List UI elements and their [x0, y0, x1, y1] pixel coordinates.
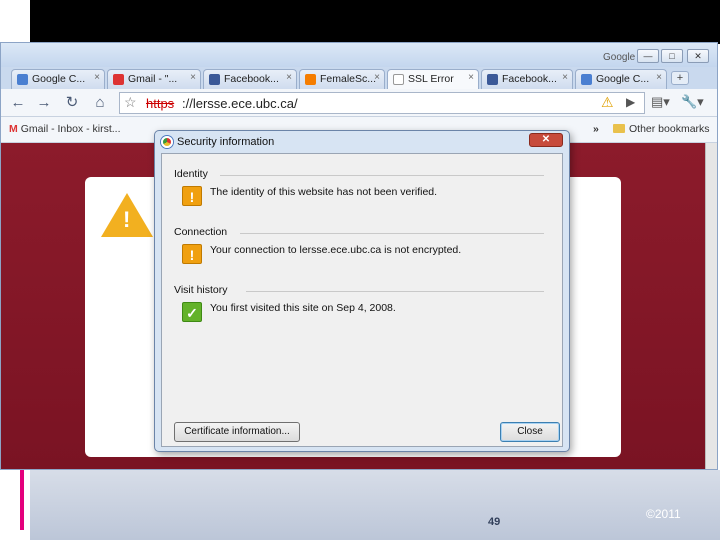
divider [220, 175, 544, 176]
dialog-title: Security information [177, 136, 275, 148]
tab-strip: Google C... × Gmail - "... × Facebook...… [1, 67, 717, 89]
dialog-close-x-button[interactable]: ✕ [529, 133, 563, 147]
tab-label: Gmail - "... [128, 73, 178, 85]
tab-label: SSL Error [408, 73, 454, 85]
address-bar[interactable]: ☆ https ://lersse.ece.ubc.ca/ ⚠ ▶ [119, 92, 645, 114]
window-titlebar: Google — □ ✕ [1, 43, 717, 67]
slide-number: 49 [488, 516, 501, 528]
gmail-icon: M [9, 123, 18, 135]
folder-icon [613, 124, 625, 133]
checkmark-icon: ✓ [182, 302, 202, 322]
warning-icon: ! [182, 244, 202, 264]
home-button[interactable]: ⌂ [89, 93, 111, 113]
blogger-favicon-icon [305, 74, 316, 85]
tab-label: Facebook... [224, 73, 279, 85]
visit-history-heading: Visit history [174, 284, 228, 296]
tab-close-icon[interactable]: × [286, 72, 292, 83]
identity-heading: Identity [174, 168, 208, 180]
navigation-toolbar: ← → ↻ ⌂ ☆ https ://lersse.ece.ubc.ca/ ⚠ … [1, 89, 717, 117]
bookmark-label: Other bookmarks [629, 123, 710, 135]
bookmark-gmail[interactable]: M Gmail - Inbox - kirst... [9, 123, 121, 135]
warning-icon: ! [182, 186, 202, 206]
security-warning-icon[interactable]: ⚠ [601, 94, 614, 111]
bookmarks-overflow-chevron[interactable]: » [593, 123, 599, 135]
maximize-button[interactable]: □ [661, 49, 683, 63]
minimize-button[interactable]: — [637, 49, 659, 63]
tab-gmail[interactable]: Gmail - "... × [107, 69, 201, 89]
dialog-body: Identity ! The identity of this website … [161, 153, 563, 447]
tab-close-icon[interactable]: × [468, 72, 474, 83]
new-tab-button[interactable]: + [671, 71, 689, 85]
chrome-logo-icon [161, 136, 173, 148]
bookmark-star-icon[interactable]: ☆ [124, 94, 137, 111]
tab-femalescience[interactable]: FemaleSc... × [299, 69, 385, 89]
divider [246, 291, 544, 292]
tab-ssl-error[interactable]: SSL Error × [387, 69, 479, 89]
url-host: ://lersse.ece.ubc.ca/ [182, 96, 298, 111]
tab-close-icon[interactable]: × [190, 72, 196, 83]
forward-button[interactable]: → [33, 93, 55, 113]
url-protocol: https [146, 96, 175, 111]
tab-label: Google C... [32, 73, 86, 85]
window-title: Google [603, 52, 636, 63]
facebook-favicon-icon [487, 74, 498, 85]
google-favicon-icon [17, 74, 28, 85]
back-button[interactable]: ← [7, 93, 29, 113]
certificate-information-button[interactable]: Certificate information... [174, 422, 300, 442]
tab-close-icon[interactable]: × [656, 72, 662, 83]
slide-top-band [30, 0, 720, 44]
tab-label: Facebook... [502, 73, 557, 85]
page-favicon-icon [393, 74, 404, 85]
page-menu-icon[interactable]: ▤▾ [651, 94, 670, 110]
tab-label: FemaleSc... [320, 73, 377, 85]
tab-close-icon[interactable]: × [94, 72, 100, 83]
tab-close-icon[interactable]: × [374, 72, 380, 83]
close-button[interactable]: Close [500, 422, 560, 442]
slide-copyright: ©2011 [646, 507, 681, 521]
security-info-dialog: Security information ✕ Identity ! The id… [154, 130, 570, 452]
wrench-menu-icon[interactable]: 🔧▾ [681, 94, 704, 110]
page-scrollbar[interactable] [705, 143, 717, 469]
visit-history-text: You first visited this site on Sep 4, 20… [210, 302, 396, 314]
reload-button[interactable]: ↻ [61, 93, 83, 113]
go-arrow-icon[interactable]: ▶ [626, 95, 635, 109]
divider [240, 233, 544, 234]
connection-heading: Connection [174, 226, 228, 238]
tab-facebook-2[interactable]: Facebook... × [481, 69, 573, 89]
tab-label: Google C... [596, 73, 650, 85]
facebook-favicon-icon [209, 74, 220, 85]
google-favicon-icon [581, 74, 592, 85]
tab-google-2[interactable]: Google C... × [575, 69, 667, 89]
connection-text: Your connection to lersse.ece.ubc.ca is … [210, 244, 462, 256]
window-close-button[interactable]: ✕ [687, 49, 709, 63]
tab-facebook-1[interactable]: Facebook... × [203, 69, 297, 89]
tab-close-icon[interactable]: × [562, 72, 568, 83]
slide-accent-bar [20, 470, 24, 530]
identity-text: The identity of this website has not bee… [210, 186, 438, 198]
slide-footer-band [30, 470, 720, 540]
warning-exclamation: ! [123, 207, 131, 232]
bookmark-other[interactable]: Other bookmarks [613, 123, 710, 135]
gmail-favicon-icon [113, 74, 124, 85]
bookmark-label: Gmail - Inbox - kirst... [20, 123, 121, 135]
tab-google-1[interactable]: Google C... × [11, 69, 105, 89]
